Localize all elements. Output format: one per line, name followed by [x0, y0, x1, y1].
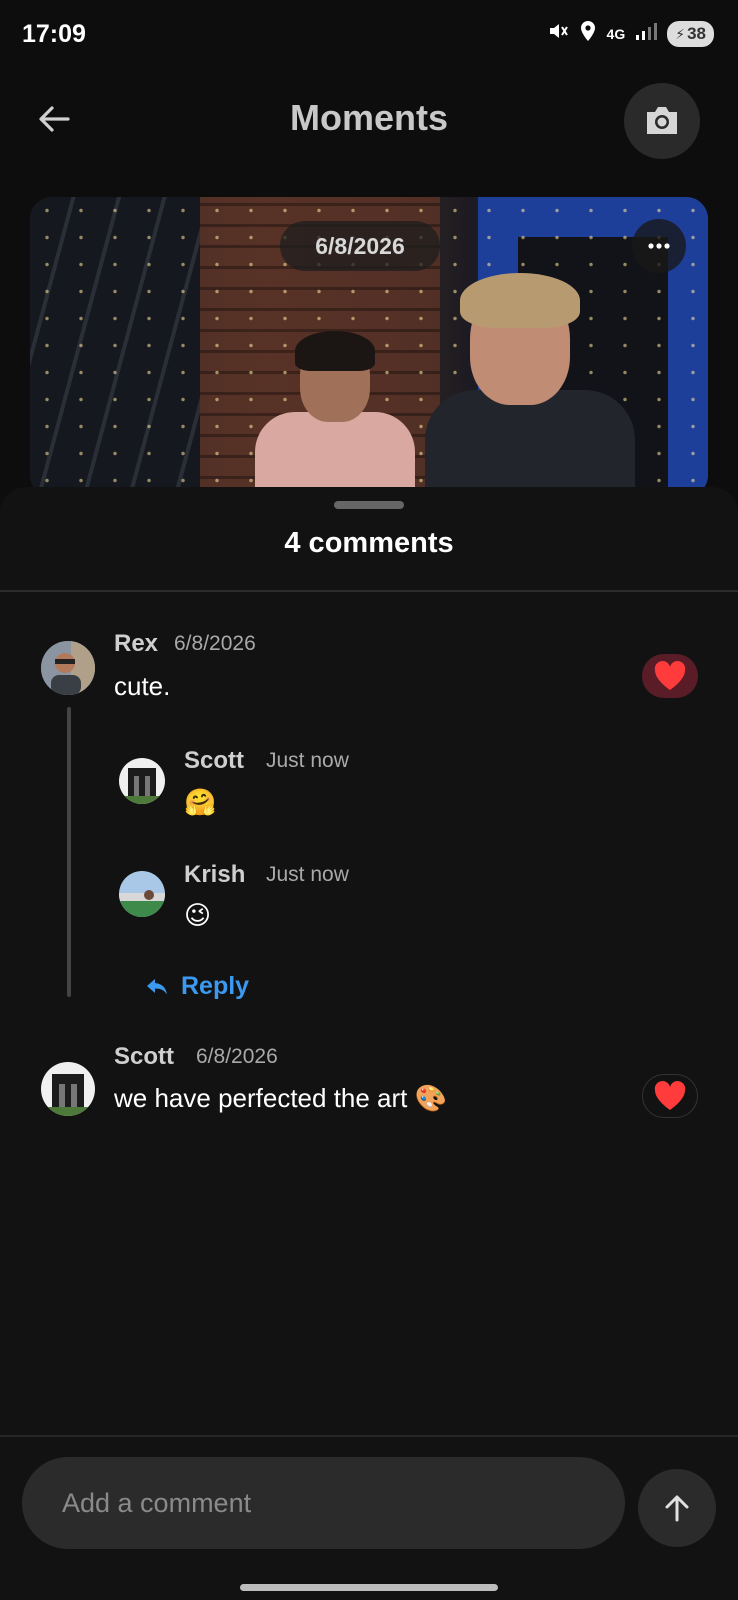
reply-author[interactable]: Scott	[184, 747, 244, 775]
comment-text: we have perfected the art 🎨	[114, 1083, 447, 1113]
signal-icon	[635, 21, 658, 47]
reply-text: 🤗	[184, 787, 217, 817]
reply-arrow-icon	[147, 978, 167, 994]
like-button[interactable]	[642, 1074, 698, 1118]
comment-input[interactable]	[22, 1457, 625, 1549]
avatar-rex-image	[41, 641, 95, 695]
avatar-scott-image	[41, 1062, 95, 1116]
like-button[interactable]	[642, 654, 698, 698]
more-options-button[interactable]	[632, 219, 686, 273]
heart-icon	[654, 661, 686, 690]
send-button[interactable]	[638, 1469, 716, 1547]
photo-person-left	[255, 331, 415, 497]
comment-author[interactable]: Scott	[114, 1043, 174, 1071]
reply-time: Just now	[266, 749, 349, 772]
home-indicator[interactable]	[240, 1584, 498, 1591]
camera-icon	[647, 107, 677, 134]
comment-time: 6/8/2026	[196, 1045, 278, 1068]
charging-icon: ⚡	[675, 25, 686, 42]
sheet-drag-handle[interactable]	[334, 501, 404, 509]
photo-person-right	[425, 273, 635, 497]
avatar-scott[interactable]	[119, 758, 165, 804]
avatar-scott-image	[119, 758, 165, 804]
more-horizontal-icon	[648, 243, 670, 249]
reply-text: 😉	[184, 900, 212, 930]
reply-button[interactable]: Reply	[145, 972, 249, 1001]
comment-text: cute.	[114, 671, 171, 701]
moment-photo[interactable]: 6/8/2026	[30, 197, 708, 497]
battery-level: 38	[687, 24, 706, 43]
comment-author[interactable]: Rex	[114, 630, 158, 658]
arrow-up-icon	[665, 1495, 689, 1522]
reply-time: Just now	[266, 863, 349, 886]
status-icons: 4G ⚡ 38	[547, 20, 714, 48]
comments-sheet: 4 comments Rex 6/8/2026 cute. Scott Just…	[0, 487, 738, 1600]
comments-count-title: 4 comments	[284, 527, 454, 559]
header: Moments	[0, 75, 738, 165]
status-bar: 17:09 4G ⚡ 38	[0, 0, 738, 70]
photo-date-badge: 6/8/2026	[280, 221, 440, 271]
avatar-krish-image	[119, 871, 165, 917]
camera-button[interactable]	[624, 83, 700, 159]
status-time: 17:09	[22, 20, 86, 48]
avatar-scott[interactable]	[41, 1062, 95, 1116]
reply-thread-line	[67, 707, 71, 997]
composer-divider	[0, 1435, 738, 1437]
mute-icon	[547, 20, 569, 48]
sheet-divider	[0, 590, 738, 592]
heart-icon	[654, 1081, 686, 1110]
avatar-rex[interactable]	[41, 641, 95, 695]
comment-time: 6/8/2026	[174, 632, 256, 655]
reply-label: Reply	[181, 972, 250, 1000]
reply-author[interactable]: Krish	[184, 861, 245, 889]
location-icon	[579, 20, 597, 48]
avatar-krish[interactable]	[119, 871, 165, 917]
network-type-label: 4G	[606, 26, 626, 42]
battery-indicator: ⚡ 38	[667, 21, 714, 47]
